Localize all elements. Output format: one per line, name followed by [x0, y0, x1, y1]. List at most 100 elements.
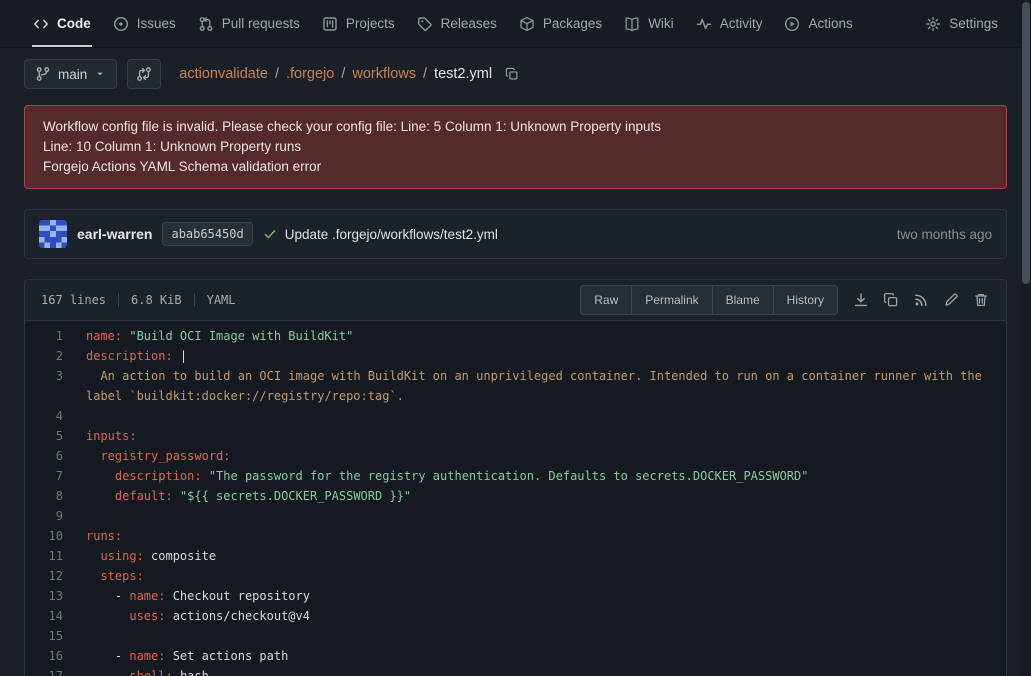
copy-path-icon[interactable] [505, 67, 519, 81]
line-content: An action to build an OCI image with Bui… [63, 366, 1006, 406]
code-token: Set actions path [165, 649, 288, 663]
nav-item-label: Releases [441, 16, 497, 31]
code-line: 8 default: "${{ secrets.DOCKER_PASSWORD … [25, 486, 1006, 506]
scrollbar-thumb[interactable] [1022, 2, 1030, 284]
code-token: description: [115, 469, 202, 483]
nav-item-actions[interactable]: Actions [773, 0, 863, 47]
code-line: 9 [25, 506, 1006, 526]
code-token: bash [173, 669, 209, 676]
pulse-icon [696, 16, 712, 32]
line-content [63, 406, 1006, 426]
nav-item-projects[interactable]: Projects [311, 0, 406, 47]
commit-author[interactable]: earl-warren [77, 226, 152, 242]
compare-button[interactable] [127, 59, 161, 89]
commit-bar: earl-warren abab65450d Update .forgejo/w… [24, 209, 1007, 259]
code-line: 14 uses: actions/checkout@v4 [25, 606, 1006, 626]
nav-item-issues[interactable]: Issues [102, 0, 187, 47]
line-number[interactable]: 14 [25, 606, 63, 626]
project-icon [322, 16, 338, 32]
download-button[interactable] [846, 285, 876, 315]
code-token: An action to build an OCI image with Bui… [86, 369, 989, 403]
code-token: | [173, 349, 187, 363]
gear-icon [925, 16, 941, 32]
divider [194, 293, 195, 307]
line-number[interactable]: 9 [25, 506, 63, 526]
line-number[interactable]: 17 [25, 666, 63, 676]
line-number[interactable]: 5 [25, 426, 63, 446]
code-line: 16 - name: Set actions path [25, 646, 1006, 666]
top-nav-items: Code Issues Pull requests Projects Releases P… [22, 0, 864, 47]
line-number[interactable]: 10 [25, 526, 63, 546]
line-number[interactable]: 4 [25, 406, 63, 426]
file-actions: RawPermalinkBlameHistory [580, 285, 996, 315]
line-number[interactable]: 7 [25, 466, 63, 486]
code-token: actions/checkout@v4 [165, 609, 310, 623]
line-content: - name: Set actions path [63, 646, 1006, 666]
commit-time: two months ago [897, 227, 992, 242]
line-number[interactable]: 6 [25, 446, 63, 466]
raw-button[interactable]: Raw [580, 285, 632, 315]
file-meta: 167 lines 6.8 KiB YAML [41, 293, 236, 307]
line-number[interactable]: 12 [25, 566, 63, 586]
nav-item-packages[interactable]: Packages [508, 0, 613, 47]
breadcrumb-segment-workflows[interactable]: workflows [352, 66, 416, 82]
top-nav: Code Issues Pull requests Projects Releases P… [0, 0, 1031, 48]
line-content: - name: Checkout repository [63, 586, 1006, 606]
permalink-button[interactable]: Permalink [632, 285, 712, 315]
line-number[interactable]: 1 [25, 326, 63, 346]
commit-hash-button[interactable]: abab65450d [162, 222, 252, 246]
breadcrumb-separator: / [423, 66, 427, 82]
code-line: 12 steps: [25, 566, 1006, 586]
line-content: description: "The password for the regis… [63, 466, 1006, 486]
code-line: 11 using: composite [25, 546, 1006, 566]
nav-item-label: Packages [543, 16, 602, 31]
code-line: 3 An action to build an OCI image with B… [25, 366, 1006, 406]
rss-icon [913, 292, 929, 308]
code-token [86, 549, 100, 563]
code-token: steps: [100, 569, 143, 583]
code-line: 2description: | [25, 346, 1006, 366]
line-content: inputs: [63, 426, 1006, 446]
nav-item-code[interactable]: Code [22, 0, 102, 47]
tag-icon [417, 16, 433, 32]
line-number[interactable]: 16 [25, 646, 63, 666]
error-message-line: Forgejo Actions YAML Schema validation e… [43, 157, 988, 177]
divider [118, 293, 119, 307]
error-message-line: Line: 10 Column 1: Unknown Property runs [43, 137, 988, 157]
nav-spacer [864, 0, 914, 47]
blame-button[interactable]: Blame [713, 285, 774, 315]
line-number[interactable]: 11 [25, 546, 63, 566]
nav-item-wiki[interactable]: Wiki [613, 0, 685, 47]
line-number[interactable]: 13 [25, 586, 63, 606]
breadcrumb-segment--forgejo[interactable]: .forgejo [286, 66, 334, 82]
nav-item-pull-requests[interactable]: Pull requests [187, 0, 311, 47]
nav-item-activity[interactable]: Activity [685, 0, 774, 47]
nav-item-label: Issues [137, 16, 176, 31]
error-message-line: Workflow config file is invalid. Please … [43, 117, 988, 137]
play-icon [784, 16, 800, 32]
code-token: description: [86, 349, 173, 363]
code-token: using: [100, 549, 143, 563]
line-content: default: "${{ secrets.DOCKER_PASSWORD }}… [63, 486, 1006, 506]
rss-button[interactable] [906, 285, 936, 315]
code-line: 5inputs: [25, 426, 1006, 446]
line-content: description: | [63, 346, 1006, 366]
branch-selector[interactable]: main [24, 59, 117, 89]
code-token [86, 669, 129, 676]
nav-item-label: Pull requests [222, 16, 300, 31]
commit-message[interactable]: Update .forgejo/workflows/test2.yml [285, 227, 498, 242]
line-number[interactable]: 3 [25, 366, 63, 406]
copy-button[interactable] [876, 285, 906, 315]
line-number[interactable]: 8 [25, 486, 63, 506]
line-number[interactable]: 15 [25, 626, 63, 646]
nav-item-releases[interactable]: Releases [406, 0, 508, 47]
edit-button[interactable] [936, 285, 966, 315]
repo-toolbar: main actionvalidate/.forgejo/workflows/t… [0, 48, 1031, 101]
delete-button[interactable] [966, 285, 996, 315]
history-button[interactable]: History [774, 285, 838, 315]
code-viewer: 1name: "Build OCI Image with BuildKit"2d… [25, 321, 1006, 676]
avatar[interactable] [39, 220, 67, 248]
nav-item-settings[interactable]: Settings [914, 0, 1009, 47]
line-number[interactable]: 2 [25, 346, 63, 366]
breadcrumb-segment-actionvalidate[interactable]: actionvalidate [179, 66, 268, 82]
